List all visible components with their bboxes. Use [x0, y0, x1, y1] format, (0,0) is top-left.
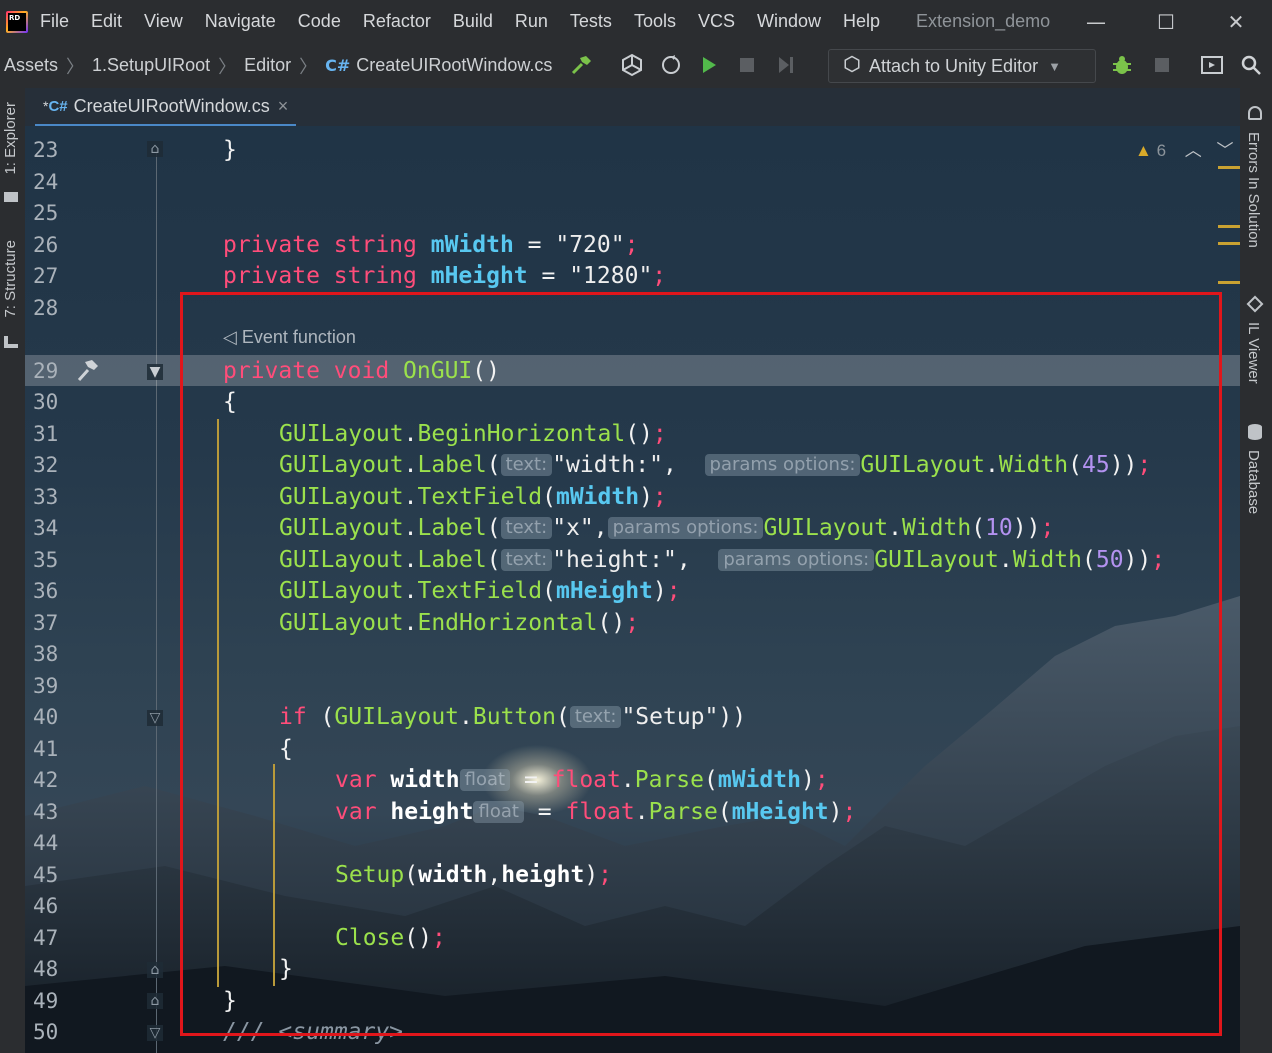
code-token: ;	[652, 263, 667, 289]
line-number: 24	[33, 170, 59, 194]
line-number: 44	[33, 831, 59, 855]
breadcrumb-file[interactable]: CreateUIRootWindow.cs	[356, 55, 552, 76]
il-viewer-icon	[1246, 295, 1264, 313]
window-title: Extension_demo	[916, 11, 1051, 31]
code-line-text: private string mHeight = "1280";	[223, 261, 666, 292]
csharp-file-icon: C#	[325, 56, 351, 75]
rider-logo-icon: RD	[6, 10, 28, 33]
menu-tools[interactable]: Tools	[634, 11, 676, 32]
chevron-down-icon: ▼	[1048, 58, 1061, 74]
csharp-file-icon: C#	[48, 97, 68, 115]
stop-icon[interactable]	[733, 51, 761, 79]
menu-build[interactable]: Build	[453, 11, 493, 32]
menu-edit[interactable]: Edit	[91, 11, 122, 32]
menu-code[interactable]: Code	[298, 11, 341, 32]
breadcrumb-separator-icon: 〉	[66, 56, 85, 78]
build-hammer-icon[interactable]	[568, 51, 596, 79]
explorer-tab[interactable]: 1: Explorer	[2, 102, 19, 175]
unity-icon[interactable]	[618, 51, 646, 79]
code-token: private	[223, 263, 334, 289]
left-tool-strip: 1: Explorer 7: Structure	[0, 88, 25, 1053]
code-token: mHeight	[430, 263, 528, 289]
code-token: ;	[624, 232, 639, 258]
unity-attach-icon	[843, 55, 861, 78]
maximize-icon[interactable]: ☐	[1136, 0, 1196, 43]
menu-refactor[interactable]: Refactor	[363, 11, 431, 32]
run-icon[interactable]	[695, 51, 723, 79]
structure-tab[interactable]: 7: Structure	[2, 240, 19, 318]
menu-tests[interactable]: Tests	[570, 11, 612, 32]
code-editor[interactable]: ◁ Event function ▲ 6 ︿ ﹀ ⌂ ▼ ▽ ⌂ ⌂ ▽ 23 …	[25, 126, 1240, 1053]
code-token: string	[333, 232, 431, 258]
menu-file[interactable]: File	[40, 11, 69, 32]
menu-view[interactable]: View	[144, 11, 183, 32]
attach-unity-label: Attach to Unity Editor	[869, 55, 1039, 76]
code-token: =	[513, 232, 556, 258]
line-number: 46	[33, 894, 59, 918]
breadcrumb-setupuiroot[interactable]: 1.SetupUIRoot	[92, 55, 210, 76]
right-tool-strip: Errors In Solution IL Viewer Database	[1240, 88, 1272, 1053]
code-line[interactable]: private string mWidth = "720";	[25, 230, 1240, 261]
tab-createuirootwindow[interactable]: * C# CreateUIRootWindow.cs ×	[35, 88, 297, 127]
breadcrumb-editor[interactable]: Editor	[244, 55, 291, 76]
errors-icon	[1248, 106, 1262, 120]
il-viewer-tab[interactable]: IL Viewer	[1245, 322, 1262, 384]
search-icon[interactable]	[1237, 51, 1265, 79]
editor-tab-bar: * C# CreateUIRootWindow.cs ×	[25, 88, 1240, 127]
menu-window[interactable]: Window	[757, 11, 821, 32]
stop-debug-icon[interactable]	[1148, 51, 1176, 79]
attach-unity-dropdown[interactable]: Attach to Unity Editor ▼	[828, 49, 1096, 83]
line-number: 39	[33, 674, 59, 698]
breadcrumb-separator-icon: 〉	[299, 56, 318, 78]
presentation-icon[interactable]	[1198, 51, 1226, 79]
database-icon	[1248, 424, 1262, 440]
tab-label: CreateUIRootWindow.cs	[73, 95, 270, 116]
structure-icon	[4, 336, 18, 348]
menu-vcs[interactable]: VCS	[698, 11, 735, 32]
line-number: 25	[33, 201, 59, 225]
step-icon[interactable]	[772, 51, 800, 79]
code-token: "1280"	[569, 263, 653, 289]
code-token: "720"	[555, 232, 625, 258]
database-tab[interactable]: Database	[1245, 450, 1262, 514]
code-line-text: private string mWidth = "720";	[223, 230, 638, 261]
code-line-text: }	[223, 135, 237, 166]
debug-bug-icon[interactable]	[1108, 51, 1136, 79]
unity-refresh-icon[interactable]	[657, 51, 685, 79]
close-window-icon[interactable]: ✕	[1206, 0, 1266, 43]
line-number: 38	[33, 642, 59, 666]
code-token: string	[333, 263, 431, 289]
code-line[interactable]: private string mHeight = "1280";	[25, 261, 1240, 292]
menu-navigate[interactable]: Navigate	[205, 11, 276, 32]
highlight-annotation-box	[180, 292, 1222, 1036]
menu-bar: RD File Edit View Navigate Code Refactor…	[0, 0, 1272, 43]
errors-in-solution-tab[interactable]: Errors In Solution	[1245, 132, 1262, 248]
menu-run[interactable]: Run	[515, 11, 548, 32]
code-token: mWidth	[430, 232, 514, 258]
minimize-icon[interactable]: —	[1066, 0, 1126, 43]
folder-icon	[4, 192, 18, 202]
breadcrumb-separator-icon: 〉	[218, 56, 237, 78]
line-number: 28	[33, 296, 59, 320]
code-token: }	[223, 137, 237, 163]
close-tab-icon[interactable]: ×	[278, 96, 289, 117]
code-token: private	[223, 232, 334, 258]
code-token: =	[527, 263, 570, 289]
code-line[interactable]: }	[25, 135, 1240, 166]
menu-help[interactable]: Help	[843, 11, 880, 32]
breadcrumb-assets[interactable]: Assets	[4, 55, 58, 76]
